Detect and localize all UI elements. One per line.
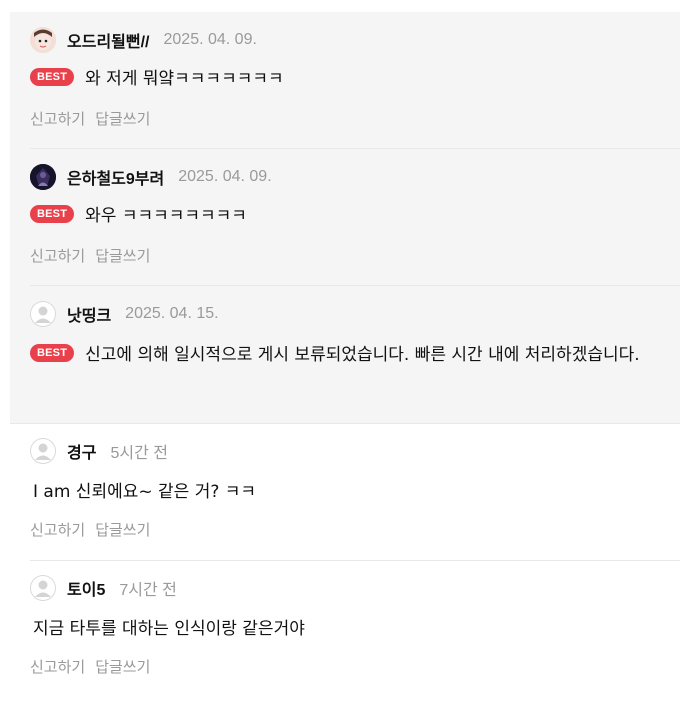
comment-item: 경구 5시간 전 I am 신뢰에요~ 같은 거? ㅋㅋ 신고하기 답글쓰기 bbox=[30, 437, 680, 539]
comment-nickname[interactable]: 경구 bbox=[67, 439, 96, 463]
comment-header: 경구 5시간 전 bbox=[30, 437, 680, 465]
comment-header: 낫띵크 2025. 04. 15. bbox=[30, 300, 680, 328]
comment-list: 오드리될뻔// 2025. 04. 09. BEST 와 저게 뭐얔ㅋㅋㅋㅋㅋㅋ… bbox=[0, 0, 680, 701]
report-button[interactable]: 신고하기 bbox=[30, 245, 85, 266]
avatar[interactable] bbox=[30, 301, 56, 327]
comment-date: 2025. 04. 09. bbox=[178, 168, 272, 185]
comment-header: 은하철도9부려 2025. 04. 09. bbox=[30, 163, 680, 191]
comment-text: 지금 타투를 대하는 인식이랑 같은거야 bbox=[33, 619, 305, 639]
comment-nickname[interactable]: 낫띵크 bbox=[67, 302, 111, 326]
comment-divider bbox=[30, 285, 680, 286]
comment-item: 오드리될뻔// 2025. 04. 09. BEST 와 저게 뭐얔ㅋㅋㅋㅋㅋㅋ… bbox=[30, 26, 680, 128]
comment-actions: 신고하기 답글쓰기 bbox=[30, 519, 160, 540]
reply-button[interactable]: 답글쓰기 bbox=[95, 519, 150, 540]
comment-date: 2025. 04. 09. bbox=[163, 31, 257, 48]
comment-header: 토이5 7시간 전 bbox=[30, 574, 680, 602]
avatar[interactable] bbox=[30, 438, 56, 464]
section-divider bbox=[10, 423, 680, 424]
comment-date: 7시간 전 bbox=[119, 582, 177, 599]
comment-actions: 신고하기 답글쓰기 bbox=[30, 245, 160, 266]
best-badge: BEST bbox=[30, 343, 75, 362]
comment-nickname[interactable]: 은하철도9부려 bbox=[67, 165, 164, 189]
comment-body: I am 신뢰에요~ 같은 거? ㅋㅋ bbox=[33, 477, 256, 502]
best-badge: BEST bbox=[30, 67, 75, 86]
report-button[interactable]: 신고하기 bbox=[30, 108, 85, 129]
reply-button[interactable]: 답글쓰기 bbox=[95, 245, 150, 266]
comment-text: I am 신뢰에요~ 같은 거? ㅋㅋ bbox=[33, 482, 257, 502]
comment-actions: 신고하기 답글쓰기 bbox=[30, 108, 160, 129]
comment-item: 은하철도9부려 2025. 04. 09. BEST 와우 ㅋㅋㅋㅋㅋㅋㅋㅋ 신… bbox=[30, 163, 680, 265]
comment-body: BEST 와우 ㅋㅋㅋㅋㅋㅋㅋㅋ bbox=[30, 201, 247, 226]
comment-text: 신고에 의해 일시적으로 게시 보류되었습니다. 빠른 시간 내에 처리하겠습니… bbox=[85, 345, 640, 365]
comment-text: 와우 ㅋㅋㅋㅋㅋㅋㅋㅋ bbox=[85, 206, 247, 226]
comment-actions: 신고하기 답글쓰기 bbox=[30, 656, 160, 677]
comment-nickname[interactable]: 토이5 bbox=[67, 576, 105, 600]
avatar[interactable] bbox=[30, 575, 56, 601]
reply-button[interactable]: 답글쓰기 bbox=[95, 108, 150, 129]
comment-divider bbox=[30, 560, 680, 561]
report-button[interactable]: 신고하기 bbox=[30, 519, 85, 540]
comment-body: BEST 신고에 의해 일시적으로 게시 보류되었습니다. 빠른 시간 내에 처… bbox=[30, 340, 640, 365]
comment-text: 와 저게 뭐얔ㅋㅋㅋㅋㅋㅋㅋ bbox=[85, 69, 284, 89]
avatar[interactable] bbox=[30, 164, 56, 190]
comment-divider bbox=[30, 148, 680, 149]
best-badge: BEST bbox=[30, 204, 75, 223]
comment-nickname[interactable]: 오드리될뻔// bbox=[67, 28, 150, 52]
report-button[interactable]: 신고하기 bbox=[30, 656, 85, 677]
comment-body: BEST 와 저게 뭐얔ㅋㅋㅋㅋㅋㅋㅋ bbox=[30, 64, 284, 89]
comment-header: 오드리될뻔// 2025. 04. 09. bbox=[30, 26, 680, 54]
reply-button[interactable]: 답글쓰기 bbox=[95, 656, 150, 677]
comment-item: 낫띵크 2025. 04. 15. BEST 신고에 의해 일시적으로 게시 보… bbox=[30, 300, 680, 365]
comment-date: 5시간 전 bbox=[110, 445, 168, 462]
comment-item: 토이5 7시간 전 지금 타투를 대하는 인식이랑 같은거야 신고하기 답글쓰기 bbox=[30, 574, 680, 676]
comment-body: 지금 타투를 대하는 인식이랑 같은거야 bbox=[33, 614, 305, 639]
comment-date: 2025. 04. 15. bbox=[125, 305, 219, 322]
avatar[interactable] bbox=[30, 27, 56, 53]
